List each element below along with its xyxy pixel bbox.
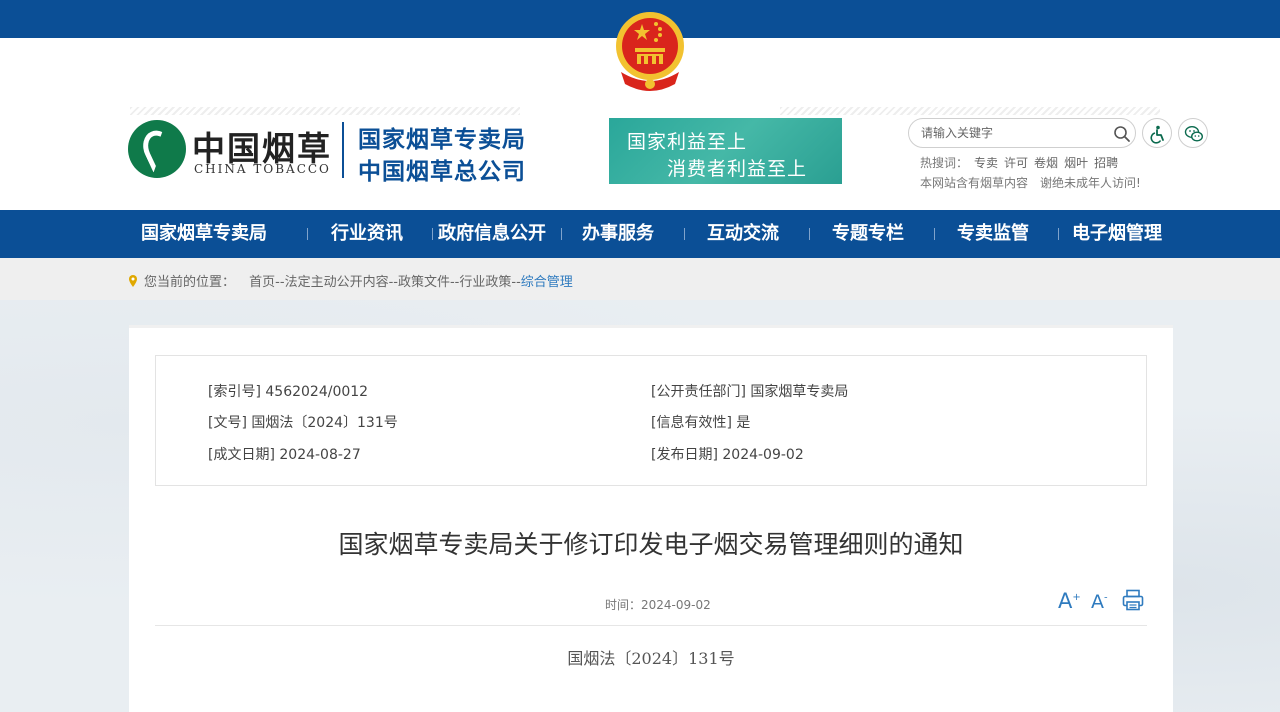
font-decrease-label: A: [1091, 591, 1104, 613]
article-time: 时间：2024-09-02: [605, 598, 711, 612]
font-decrease-button[interactable]: A-: [1091, 591, 1108, 613]
meta-publish-date: [发布日期] 2024-09-02: [651, 447, 804, 463]
minor-notice-2: 谢绝未成年人访问!: [1040, 176, 1141, 190]
breadcrumb-separator: --: [449, 275, 460, 290]
nav-separator: [684, 228, 685, 240]
wechat-icon: [1184, 125, 1204, 142]
hot-word-link[interactable]: 烟叶: [1064, 156, 1088, 170]
meta-department: [公开责任部门] 国家烟草专卖局: [651, 384, 849, 400]
print-icon[interactable]: [1122, 589, 1144, 611]
breadcrumb-separator: --: [511, 275, 521, 290]
slogan-banner: 国家利益至上 消费者利益至上: [609, 118, 842, 184]
meta-validity: [信息有效性] 是: [651, 415, 751, 431]
breadcrumb-separator: --: [388, 275, 398, 290]
slogan-line-2: 消费者利益至上: [667, 158, 808, 180]
article-divider: [155, 625, 1147, 626]
breadcrumb-separator: --: [275, 275, 285, 290]
breadcrumb-current[interactable]: 综合管理: [521, 275, 573, 290]
nav-separator: [809, 228, 810, 240]
wechat-button[interactable]: [1178, 118, 1208, 148]
hot-word-link[interactable]: 专卖: [974, 156, 998, 170]
font-increase-label: A: [1058, 589, 1073, 613]
article-card: [索引号] 4562024/0012 [公开责任部门] 国家烟草专卖局 [文号]…: [129, 325, 1173, 712]
nav-item-gov-info[interactable]: 政府信息公开: [438, 210, 546, 258]
header-deco-left: [130, 107, 520, 115]
hot-search-label: 热搜词：: [920, 156, 969, 170]
hot-word-link[interactable]: 许可: [1004, 156, 1028, 170]
nav-item-monopoly-supervision[interactable]: 专卖监管: [957, 210, 1029, 258]
meta-index-no: [索引号] 4562024/0012: [208, 384, 369, 400]
main-nav: 国家烟草专卖局 行业资讯 政府信息公开 办事服务 互动交流 专题专栏 专卖监管 …: [0, 210, 1280, 258]
nav-separator: [1058, 228, 1059, 240]
font-increase-button[interactable]: A+: [1058, 589, 1081, 613]
nav-item-interaction[interactable]: 互动交流: [707, 210, 779, 258]
article-title: 国家烟草专卖局关于修订印发电子烟交易管理细则的通知: [338, 530, 964, 559]
nav-separator: [934, 228, 935, 240]
breadcrumb-home[interactable]: 首页: [249, 275, 275, 290]
nav-item-services[interactable]: 办事服务: [582, 210, 654, 258]
slogan-line-1: 国家利益至上: [627, 131, 748, 153]
header-deco-right: [780, 107, 1160, 115]
breadcrumb-label: 您当前的位置：: [144, 275, 236, 290]
breadcrumb: 您当前的位置： 首页--法定主动公开内容--政策文件--行业政策--综合管理: [128, 271, 573, 290]
china-tobacco-logo-icon: [128, 120, 186, 178]
accessibility-icon: [1150, 125, 1164, 144]
site-logo[interactable]: 中国烟草 CHINA TOBACCO 国家烟草专卖局 中国烟草总公司: [128, 120, 548, 185]
nav-item-ecig-management[interactable]: 电子烟管理: [1072, 210, 1162, 258]
org-name-2: 中国烟草总公司: [358, 159, 526, 185]
breadcrumb-policy-docs[interactable]: 政策文件: [398, 275, 450, 290]
meta-created-date: [成文日期] 2024-08-27: [208, 447, 361, 463]
minor-notice: 本网站含有烟草内容 谢绝未成年人访问!: [920, 174, 1141, 191]
accessibility-button[interactable]: [1142, 118, 1172, 148]
logo-en-text: CHINA TOBACCO: [194, 162, 331, 176]
org-name-1: 国家烟草专卖局: [358, 127, 526, 153]
nav-item-industry-news[interactable]: 行业资讯: [331, 210, 403, 258]
breadcrumb-public-content[interactable]: 法定主动公开内容: [285, 275, 389, 290]
breadcrumb-industry-policy[interactable]: 行业政策: [459, 275, 511, 290]
nav-separator: [561, 228, 562, 240]
location-pin-icon: [129, 275, 137, 287]
minor-notice-1: 本网站含有烟草内容: [920, 176, 1029, 190]
search-input[interactable]: [921, 124, 1101, 142]
hot-search-row: 热搜词： 专卖 许可 卷烟 烟叶 招聘: [920, 154, 1118, 171]
article-doc-number: 国烟法〔2024〕131号: [567, 649, 735, 668]
meta-doc-no: [文号] 国烟法〔2024〕131号: [208, 415, 398, 431]
hot-word-link[interactable]: 招聘: [1094, 156, 1118, 170]
breadcrumb-bar: 您当前的位置： 首页--法定主动公开内容--政策文件--行业政策--综合管理: [0, 258, 1280, 300]
nav-item-tobacco-bureau[interactable]: 国家烟草专卖局: [141, 210, 267, 258]
nav-item-special-topics[interactable]: 专题专栏: [832, 210, 904, 258]
document-meta-box: [索引号] 4562024/0012 [公开责任部门] 国家烟草专卖局 [文号]…: [155, 355, 1147, 486]
nav-separator: [432, 228, 433, 240]
logo-divider: [342, 122, 344, 178]
hot-word-link[interactable]: 卷烟: [1034, 156, 1058, 170]
national-emblem-icon: [616, 12, 684, 91]
search-icon[interactable]: [1113, 125, 1131, 143]
search-box: [908, 118, 1136, 148]
nav-separator: [307, 228, 308, 240]
